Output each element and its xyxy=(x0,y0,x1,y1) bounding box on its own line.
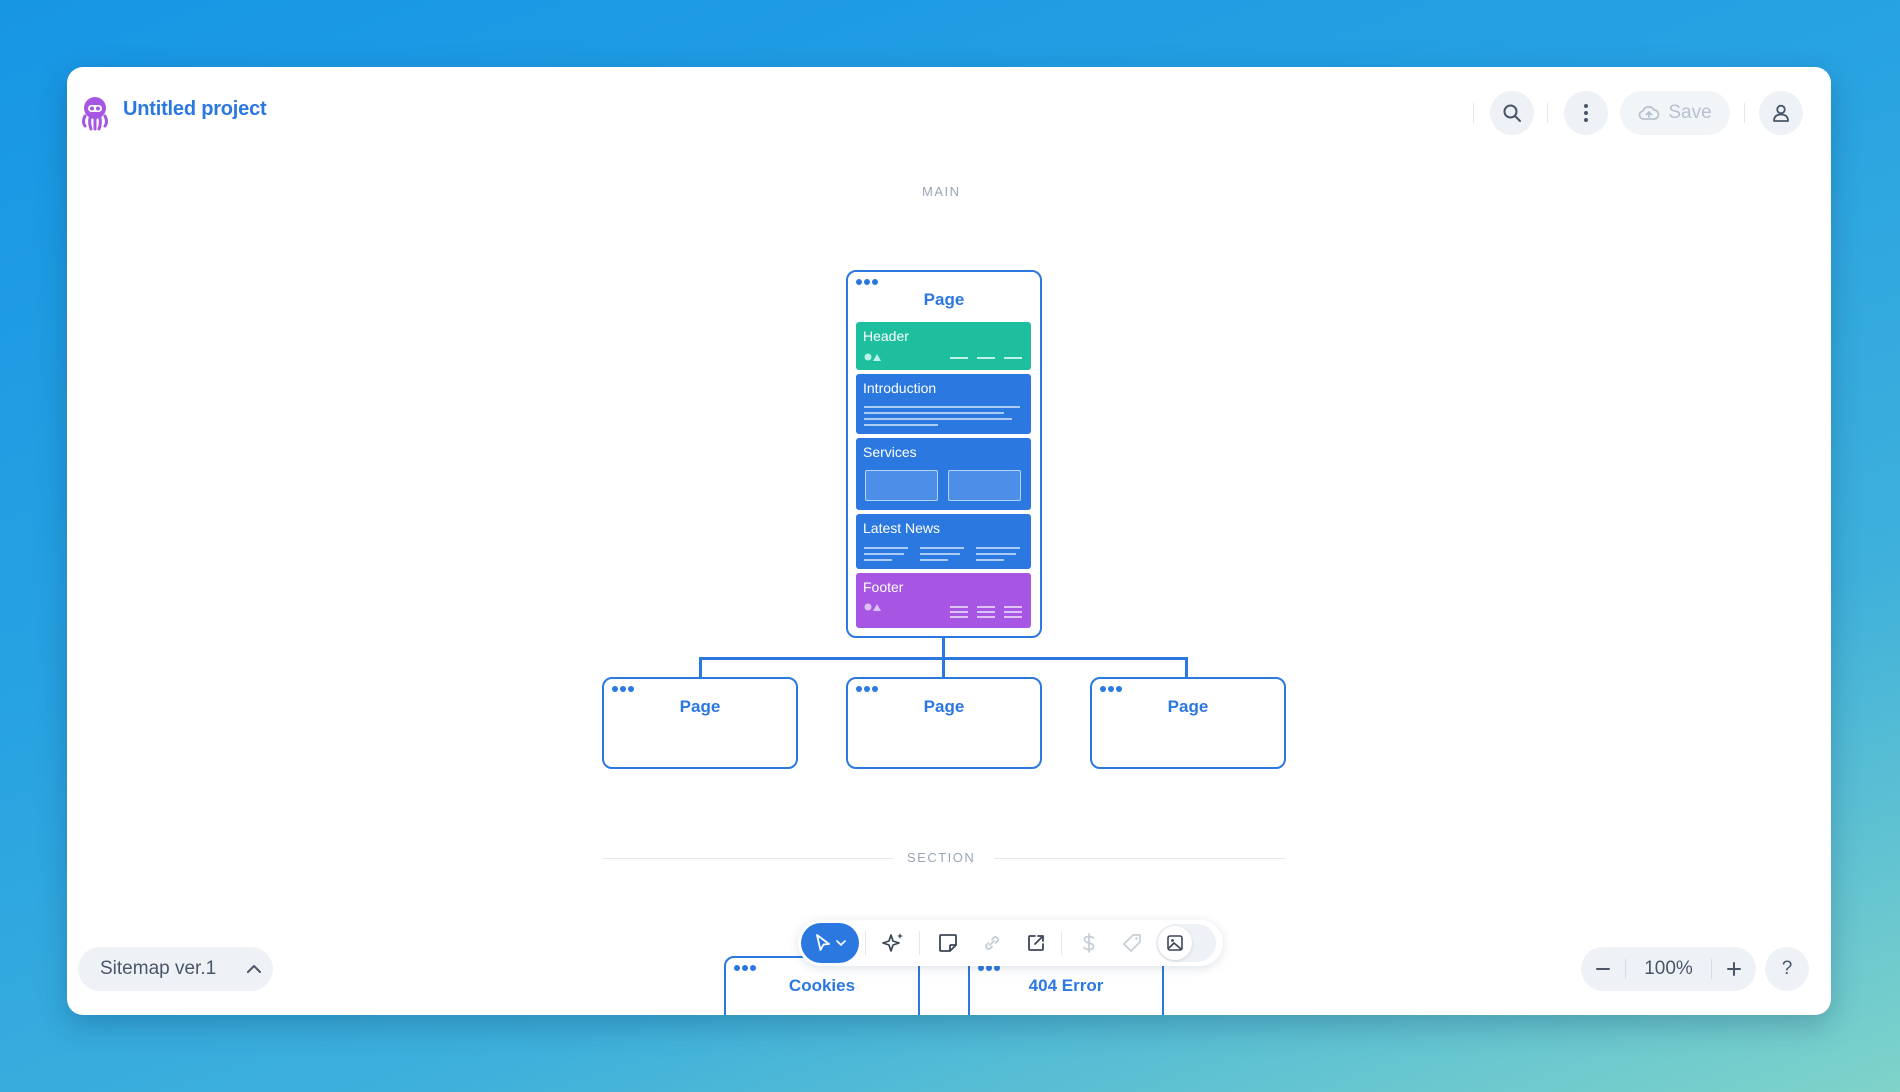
cloud-upload-icon xyxy=(1638,105,1660,120)
toolbar-divider xyxy=(1473,103,1474,123)
main-section-label: MAIN xyxy=(922,184,961,199)
child-page-card[interactable]: Page xyxy=(846,677,1042,769)
more-options-button[interactable] xyxy=(1564,91,1608,135)
note-tool-button[interactable] xyxy=(932,927,964,959)
card-menu-icon[interactable] xyxy=(856,686,878,692)
sticky-note-icon xyxy=(939,934,957,952)
save-label: Save xyxy=(1668,102,1712,123)
top-bar: Untitled project Save xyxy=(67,67,1831,157)
section-divider-line xyxy=(994,858,1285,859)
section-label: SECTION xyxy=(907,850,976,865)
ai-tool-button[interactable] xyxy=(877,927,909,959)
page-card-title: Page xyxy=(679,697,721,716)
header-block[interactable]: Header xyxy=(856,322,1031,370)
image-icon xyxy=(1167,935,1183,951)
tree-connector xyxy=(1185,657,1188,679)
price-tool-button[interactable] xyxy=(1073,927,1105,959)
external-link-tool-button[interactable] xyxy=(1020,927,1052,959)
user-icon xyxy=(1773,104,1789,122)
image-toggle[interactable] xyxy=(1156,924,1216,962)
sitemap-version-selector[interactable]: Sitemap ver.1 xyxy=(78,947,273,991)
zoom-in-button[interactable] xyxy=(1712,947,1756,991)
select-tool-button[interactable] xyxy=(801,923,859,963)
header-wireframe-icon xyxy=(864,353,1022,361)
link-icon xyxy=(985,936,999,950)
project-title[interactable]: Untitled project xyxy=(123,98,267,121)
block-label: Introduction xyxy=(863,380,937,396)
block-label: Header xyxy=(863,328,909,344)
toolbar-divider xyxy=(1744,103,1745,123)
service-card-placeholder xyxy=(865,470,938,501)
latest-news-block[interactable]: Latest News xyxy=(856,514,1031,569)
minus-icon xyxy=(1596,968,1610,970)
zoom-controls: 100% xyxy=(1581,947,1756,991)
dollar-icon xyxy=(1083,933,1095,953)
save-button[interactable]: Save xyxy=(1620,91,1730,135)
services-block[interactable]: Services xyxy=(856,438,1031,510)
page-card-title: Cookies xyxy=(788,976,856,995)
card-menu-icon[interactable] xyxy=(856,279,878,285)
service-card-placeholder xyxy=(948,470,1021,501)
tag-tool-button[interactable] xyxy=(1116,927,1148,959)
search-icon xyxy=(1503,104,1521,122)
card-menu-icon[interactable] xyxy=(1100,686,1122,692)
page-card-title: Page xyxy=(1167,697,1209,716)
footer-wireframe-icon xyxy=(864,603,1022,618)
page-card-title: 404 Error xyxy=(1028,976,1104,995)
child-page-card[interactable]: Page xyxy=(1090,677,1286,769)
plus-icon xyxy=(1727,962,1741,976)
page-card-title: Page xyxy=(923,697,965,716)
sitemap-version-label: Sitemap ver.1 xyxy=(100,958,217,979)
child-page-card[interactable]: Page xyxy=(602,677,798,769)
search-button[interactable] xyxy=(1490,91,1534,135)
chevron-up-icon xyxy=(247,965,262,973)
page-card-title: Page xyxy=(923,290,965,309)
card-menu-icon[interactable] xyxy=(612,686,634,692)
tag-icon xyxy=(1123,934,1141,952)
block-label: Footer xyxy=(863,579,904,595)
block-label: Latest News xyxy=(863,520,941,536)
octopus-logo-icon[interactable] xyxy=(79,95,111,131)
link-tool-button[interactable] xyxy=(976,927,1008,959)
chevron-down-icon xyxy=(835,940,846,947)
image-toggle-knob xyxy=(1158,926,1192,960)
card-menu-icon[interactable] xyxy=(734,965,756,971)
app-window: Untitled project Save MAIN Page Header I… xyxy=(67,67,1831,1015)
ai-sparkle-icon xyxy=(882,933,903,952)
toolbar-divider xyxy=(1061,931,1062,955)
zoom-level[interactable]: 100% xyxy=(1626,958,1711,980)
news-columns-icon xyxy=(864,547,1020,561)
external-link-icon xyxy=(1028,935,1044,951)
canvas-toolbar xyxy=(798,920,1223,966)
tree-connector xyxy=(699,657,1188,660)
account-button[interactable] xyxy=(1759,91,1803,135)
section-divider-line xyxy=(603,858,893,859)
toolbar-divider xyxy=(919,931,920,955)
block-label: Services xyxy=(863,444,917,460)
select-pointer-icon xyxy=(815,934,830,951)
home-page-card[interactable]: Page Header Introduction Services Latest… xyxy=(846,270,1042,638)
toolbar-divider xyxy=(1547,103,1548,123)
more-vertical-icon xyxy=(1584,104,1588,122)
tree-connector xyxy=(699,657,702,679)
zoom-out-button[interactable] xyxy=(1581,947,1625,991)
introduction-block[interactable]: Introduction xyxy=(856,374,1031,434)
help-button[interactable]: ? xyxy=(1765,947,1809,991)
footer-block[interactable]: Footer xyxy=(856,573,1031,628)
text-lines-icon xyxy=(864,406,1020,426)
toolbar-divider xyxy=(865,931,866,955)
